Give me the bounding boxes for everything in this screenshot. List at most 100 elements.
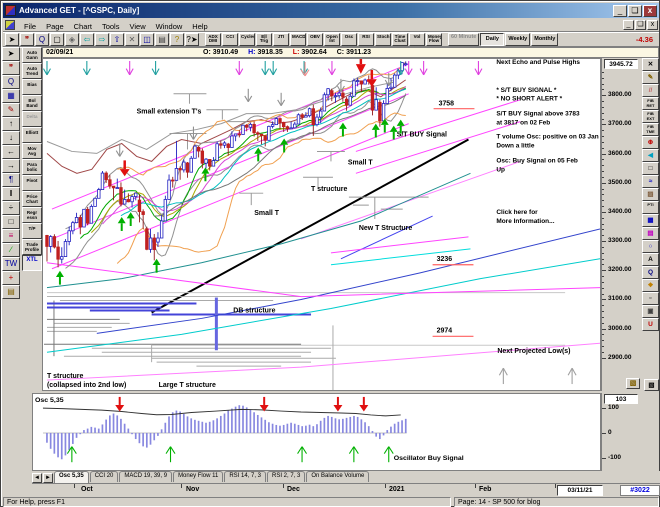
open-page-icon[interactable]: ⇧ bbox=[110, 32, 124, 46]
fib-time-icon[interactable]: FIB TME bbox=[642, 123, 659, 136]
study-button-trade-profile[interactable]: Trade Profile bbox=[22, 239, 42, 255]
tab-money-flow-11[interactable]: Money Flow 11 bbox=[173, 471, 224, 482]
rectangle-icon[interactable]: □ bbox=[642, 162, 659, 175]
tjs-web-icon[interactable]: TW bbox=[2, 257, 20, 271]
scroll-down-icon[interactable]: ↓ bbox=[2, 131, 20, 145]
study-button-regr-essn[interactable]: Regr essn bbox=[22, 207, 42, 223]
minimize-button[interactable]: _ bbox=[613, 4, 627, 17]
elliott-wave-icon[interactable]: ≈ bbox=[642, 175, 659, 188]
scroll-left-icon[interactable]: ← bbox=[2, 145, 20, 159]
fib-retracement-icon[interactable]: FIB RET bbox=[642, 97, 659, 110]
scroll-right-icon[interactable]: → bbox=[2, 159, 20, 173]
period-button-monthly[interactable]: Monthly bbox=[531, 32, 559, 46]
tile-pages-icon[interactable]: ◫ bbox=[140, 32, 154, 46]
indicator-button-money-flow[interactable]: Money Flow bbox=[426, 32, 442, 46]
mdi-minimize-button[interactable]: _ bbox=[623, 19, 634, 30]
table-icon[interactable]: ▦ bbox=[642, 214, 659, 227]
indicator-button-adx-dmi[interactable]: ADX DMI bbox=[205, 32, 221, 46]
chart-grid-icon[interactable]: ▦ bbox=[2, 89, 20, 103]
tab-scroll-left-icon[interactable]: ◄ bbox=[32, 473, 42, 483]
indicator-button-vol[interactable]: Vol bbox=[409, 32, 425, 46]
text-tool-icon[interactable]: A bbox=[642, 253, 659, 266]
indicator-button-stoch[interactable]: Stoch bbox=[375, 32, 391, 46]
delete-tool-icon[interactable]: ✕ bbox=[642, 58, 659, 71]
study-button-t-p[interactable]: T/P bbox=[22, 223, 42, 239]
print-icon[interactable]: ▤ bbox=[155, 32, 169, 46]
zoom-icon[interactable]: Q bbox=[2, 75, 20, 89]
mob-icon[interactable]: ▤ bbox=[642, 227, 659, 240]
help-icon[interactable]: ? bbox=[170, 32, 184, 46]
context-help-icon[interactable]: ?➤ bbox=[185, 32, 199, 46]
menu-tools[interactable]: Tools bbox=[97, 20, 125, 33]
study-button-pivot[interactable]: Pivot bbox=[22, 175, 42, 191]
scroll-up-icon[interactable]: ↑ bbox=[2, 117, 20, 131]
tab-cci-20[interactable]: CCI 20 bbox=[89, 471, 119, 482]
study-button-auto-trend[interactable]: Auto Trend bbox=[22, 63, 42, 79]
indicator-button-cci[interactable]: CCI bbox=[222, 32, 238, 46]
axis-chart-icon[interactable]: ▧ bbox=[626, 378, 640, 389]
tab-scroll-right-icon[interactable]: ► bbox=[43, 473, 53, 483]
menu-window[interactable]: Window bbox=[151, 20, 188, 33]
expansion-icon[interactable]: ◀ bbox=[642, 149, 659, 162]
undo-icon[interactable]: U bbox=[642, 318, 659, 331]
selection-tool-icon[interactable]: ➤ bbox=[5, 32, 19, 46]
box-tool-icon[interactable]: □ bbox=[2, 215, 20, 229]
magnifier-icon[interactable]: Q bbox=[642, 266, 659, 279]
gann-circle-icon[interactable]: ⊕ bbox=[642, 136, 659, 149]
fib-extension-icon[interactable]: FIB EXT bbox=[642, 110, 659, 123]
snapshot-icon[interactable]: ▧ bbox=[644, 379, 659, 391]
study-button-para-bolic[interactable]: Para bolic bbox=[22, 159, 42, 175]
period-button-weekly[interactable]: Weekly bbox=[505, 32, 531, 46]
palette-icon[interactable]: ❖ bbox=[642, 279, 659, 292]
indicator-button-open-int[interactable]: Open Int bbox=[324, 32, 340, 46]
format-icon[interactable]: ¶ bbox=[2, 173, 20, 187]
zoom-tool-icon[interactable]: Q bbox=[35, 32, 49, 46]
indicator-button-cycles[interactable]: Cycles bbox=[239, 32, 255, 46]
indicator-button-obv[interactable]: OBV bbox=[307, 32, 323, 46]
tab-on-balance-volume[interactable]: On Balance Volume bbox=[306, 471, 370, 482]
tab-rsi-2-7-3[interactable]: RSI 2, 7, 3 bbox=[267, 471, 306, 482]
study-button-xtl[interactable]: XTL bbox=[22, 255, 42, 271]
restore-button[interactable]: ❏ bbox=[628, 4, 642, 17]
lock-page-icon[interactable]: ◈ bbox=[65, 32, 79, 46]
menu-view[interactable]: View bbox=[124, 20, 150, 33]
copy-page-icon[interactable]: ▣ bbox=[642, 305, 659, 318]
slope-icon[interactable]: ∕ bbox=[2, 243, 20, 257]
prev-page-icon[interactable]: ⇦ bbox=[80, 32, 94, 46]
menu-help[interactable]: Help bbox=[187, 20, 212, 33]
draw-icon[interactable]: ✎ bbox=[2, 103, 20, 117]
delete-page-icon[interactable]: ✕ bbox=[125, 32, 139, 46]
close-button[interactable]: x bbox=[643, 4, 657, 17]
indicator-button-rsi[interactable]: RSI bbox=[358, 32, 374, 46]
pti-icon[interactable]: PTI bbox=[642, 201, 659, 214]
price-chart[interactable]: 3758 3236 2974 Small extension T's S/T BUY S… bbox=[42, 58, 601, 391]
eraser-icon[interactable]: ▨ bbox=[642, 188, 659, 201]
indicator-button-osc[interactable]: Osc bbox=[341, 32, 357, 46]
study-button-auto-gann[interactable]: Auto Gann bbox=[22, 47, 42, 63]
mdi-restore-button[interactable]: ❏ bbox=[635, 19, 646, 30]
oscillator-panel[interactable]: Osc 5,35 Oscillator Buy Signal bbox=[32, 393, 601, 471]
next-page-icon[interactable]: ⇨ bbox=[95, 32, 109, 46]
tab-macd-19-39-9[interactable]: MACD 19, 39, 9 bbox=[119, 471, 173, 482]
pointer-icon[interactable]: ➤ bbox=[2, 47, 20, 61]
clock-icon[interactable]: ○ bbox=[642, 240, 659, 253]
menu-chart[interactable]: Chart bbox=[69, 20, 97, 33]
tab-osc-5-35[interactable]: Osc 5,35 bbox=[54, 471, 89, 483]
divide-scale-icon[interactable]: ÷ bbox=[2, 201, 20, 215]
mdi-close-button[interactable]: x bbox=[647, 19, 658, 30]
region-select-icon[interactable]: ▫ bbox=[642, 292, 659, 305]
study-button-bias[interactable]: Bias bbox=[22, 79, 42, 95]
indicator-button-jti[interactable]: JTI bbox=[273, 32, 289, 46]
study-button-elliott[interactable]: Elliott bbox=[22, 127, 42, 143]
indicator-button-ell-trig[interactable]: Ell Trig bbox=[256, 32, 272, 46]
study-button-mov-avg[interactable]: Mov Avg bbox=[22, 143, 42, 159]
indicator-button-macd[interactable]: MACD bbox=[290, 32, 306, 46]
menu-file[interactable]: File bbox=[19, 20, 41, 33]
period-button-daily[interactable]: Daily bbox=[480, 32, 505, 46]
study-button-price-chart[interactable]: Price Chart bbox=[22, 191, 42, 207]
pencil-icon[interactable]: ✎ bbox=[642, 71, 659, 84]
lines-icon[interactable]: ≡ bbox=[2, 229, 20, 243]
new-page-icon[interactable]: ▢ bbox=[50, 32, 64, 46]
trendlines-icon[interactable]: // bbox=[642, 84, 659, 97]
study-button-delta[interactable]: Delta bbox=[22, 111, 42, 127]
